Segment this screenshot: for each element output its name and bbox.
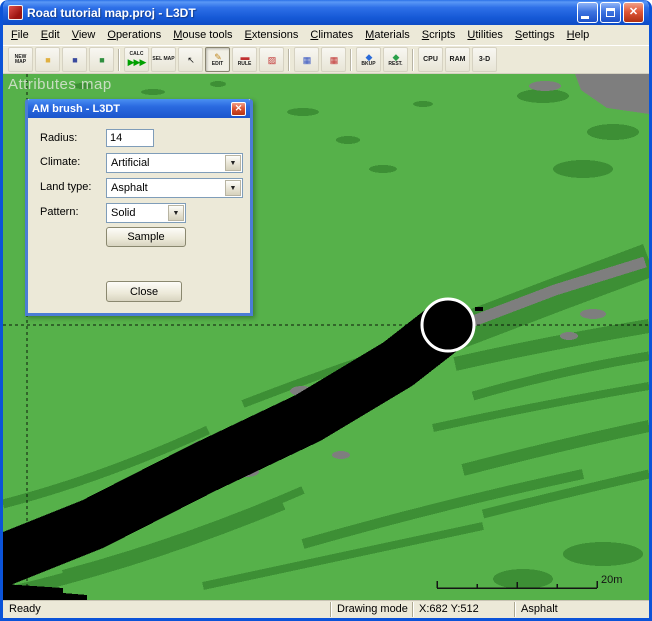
- toolbar-button-open-map[interactable]: ■: [35, 47, 60, 72]
- dialog-close-button[interactable]: ✕: [231, 102, 246, 116]
- toolbar-label-ram: RAM: [450, 56, 466, 64]
- menu-item-settings[interactable]: Settings: [509, 26, 561, 44]
- app-window: Road tutorial map.proj - L3DT ✕ File Edi…: [0, 0, 652, 621]
- menu-item-file[interactable]: File: [5, 26, 35, 44]
- pattern-dropdown[interactable]: Solid ▼: [106, 203, 186, 223]
- toolbar-button-zoom-selection[interactable]: ▨: [259, 47, 284, 72]
- dialog-body: Radius: Climate: Artificial ▼ Land type:…: [28, 118, 250, 313]
- calc-arrows-icon: ▶▶▶: [128, 57, 146, 67]
- grid-blue-icon: ▦: [303, 55, 311, 65]
- tool-bar: NEW MAP ■ ■ ■ CALC▶▶▶ SEL MAP ↖ ✎EDIT ▬R…: [3, 45, 649, 74]
- land-type-dropdown[interactable]: Asphalt ▼: [106, 178, 243, 198]
- menu-item-climates[interactable]: Climates: [304, 26, 359, 44]
- toolbar-button-ram[interactable]: RAM: [445, 47, 470, 72]
- scale-bar-label: 20m: [601, 574, 622, 586]
- toolbar-label-backup: BKUP: [361, 62, 375, 67]
- dialog-close-action-button[interactable]: Close: [106, 281, 182, 302]
- open-folder-icon: ■: [45, 55, 49, 65]
- pattern-value: Solid: [111, 207, 135, 219]
- statusbar-divider: [412, 602, 414, 617]
- toolbar-button-grid-red[interactable]: ▦: [321, 47, 346, 72]
- toolbar-button-ruler-tool[interactable]: ▬RULE: [232, 47, 257, 72]
- toolbar-button-edit-tool[interactable]: ✎EDIT: [205, 47, 230, 72]
- dropdown-arrow-icon[interactable]: ▼: [168, 205, 184, 221]
- menu-item-materials[interactable]: Materials: [359, 26, 416, 44]
- title-bar[interactable]: Road tutorial map.proj - L3DT ✕: [3, 0, 649, 25]
- maximize-button[interactable]: [600, 2, 621, 23]
- toolbar-button-select-map[interactable]: SEL MAP: [151, 47, 176, 72]
- toolbar-button-calc[interactable]: CALC▶▶▶: [124, 47, 149, 72]
- menu-item-scripts[interactable]: Scripts: [416, 26, 462, 44]
- close-icon: ✕: [629, 7, 638, 18]
- toolbar-label-restore: REST.: [388, 62, 402, 67]
- pattern-label: Pattern:: [40, 206, 79, 218]
- zoom-selection-icon: ▨: [268, 55, 276, 65]
- statusbar-divider: [514, 602, 516, 617]
- radius-label: Radius:: [40, 132, 77, 144]
- toolbar-button-cursor-tool[interactable]: ↖: [178, 47, 203, 72]
- menu-item-extensions[interactable]: Extensions: [239, 26, 305, 44]
- cursor-arrow-icon: ↖: [187, 55, 194, 65]
- toolbar-label-edit-tool: EDIT: [212, 62, 223, 67]
- toolbar-label-cpu: CPU: [423, 56, 438, 64]
- sample-button[interactable]: Sample: [106, 227, 186, 247]
- toolbar-button-save-map[interactable]: ■: [62, 47, 87, 72]
- toolbar-button-new-map[interactable]: NEW MAP: [8, 47, 33, 72]
- toolbar-separator: [288, 49, 290, 71]
- climate-label: Climate:: [40, 156, 80, 168]
- toolbar-button-cpu[interactable]: CPU: [418, 47, 443, 72]
- save-alt-icon: ■: [99, 55, 103, 65]
- climate-value: Artificial: [111, 157, 150, 169]
- land-type-label: Land type:: [40, 181, 91, 193]
- climate-dropdown[interactable]: Artificial ▼: [106, 153, 243, 173]
- toolbar-label-ruler-tool: RULE: [238, 62, 252, 67]
- map-area: Attributes map 20m AM brush - L3DT ✕ Rad…: [3, 74, 649, 600]
- close-icon: ✕: [235, 103, 243, 114]
- toolbar-label-select-map: SEL MAP: [152, 57, 174, 62]
- status-drawing-mode: Drawing mode: [337, 603, 408, 615]
- menu-bar: File Edit View Operations Mouse tools Ex…: [3, 25, 649, 45]
- toolbar-separator: [412, 49, 414, 71]
- status-coordinates: X:682 Y:512: [419, 603, 479, 615]
- toolbar-button-restore[interactable]: ◆REST.: [383, 47, 408, 72]
- brush-cursor: [422, 299, 474, 351]
- toolbar-button-backup[interactable]: ◆BKUP: [356, 47, 381, 72]
- window-title: Road tutorial map.proj - L3DT: [27, 6, 575, 20]
- toolbar-label-3d-view: 3-D: [479, 56, 490, 64]
- dropdown-arrow-icon[interactable]: ▼: [225, 155, 241, 171]
- toolbar-label-new-map: NEW MAP: [9, 55, 32, 65]
- toolbar-separator: [118, 49, 120, 71]
- am-brush-dialog: AM brush - L3DT ✕ Radius: Climate: Artif…: [25, 99, 253, 316]
- land-type-value: Asphalt: [111, 182, 148, 194]
- dialog-title-bar[interactable]: AM brush - L3DT ✕: [28, 99, 250, 118]
- status-bar: Ready Drawing mode X:682 Y:512 Asphalt: [3, 600, 649, 618]
- status-land-type: Asphalt: [521, 603, 558, 615]
- radius-input[interactable]: [106, 129, 154, 147]
- dialog-title: AM brush - L3DT: [32, 103, 231, 115]
- map-overlay-title: Attributes map: [8, 76, 112, 93]
- dropdown-arrow-icon[interactable]: ▼: [225, 180, 241, 196]
- menu-item-help[interactable]: Help: [561, 26, 596, 44]
- close-button[interactable]: ✕: [623, 2, 644, 23]
- menu-item-mouse-tools[interactable]: Mouse tools: [167, 26, 238, 44]
- menu-item-utilities[interactable]: Utilities: [461, 26, 508, 44]
- toolbar-button-grid-blue[interactable]: ▦: [294, 47, 319, 72]
- save-icon: ■: [72, 55, 76, 65]
- minimize-icon: [581, 16, 589, 19]
- menu-item-view[interactable]: View: [66, 26, 102, 44]
- minimize-button[interactable]: [577, 2, 598, 23]
- toolbar-separator: [350, 49, 352, 71]
- menu-item-operations[interactable]: Operations: [101, 26, 167, 44]
- menu-item-edit[interactable]: Edit: [35, 26, 66, 44]
- grid-red-icon: ▦: [330, 55, 338, 65]
- toolbar-button-3d-view[interactable]: 3-D: [472, 47, 497, 72]
- app-icon: [8, 5, 23, 20]
- maximize-icon: [606, 8, 615, 17]
- statusbar-divider: [330, 602, 332, 617]
- toolbar-button-save-project[interactable]: ■: [89, 47, 114, 72]
- status-ready: Ready: [9, 603, 41, 615]
